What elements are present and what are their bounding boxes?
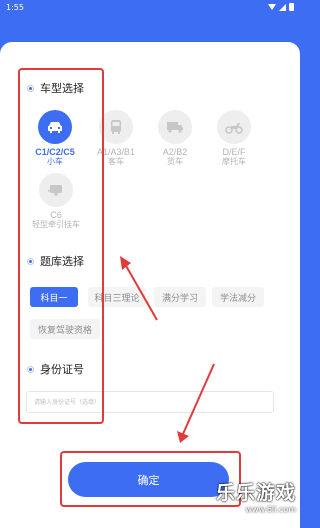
watermark-url: www.6ll.com: [245, 505, 296, 514]
car-type-option-motorcycle[interactable]: D/E/F 摩托车: [204, 110, 264, 167]
signal-icon: [279, 3, 286, 11]
status-time: 1:55: [6, 2, 24, 12]
car-type-name: 货车: [167, 157, 183, 166]
status-icons: [268, 3, 294, 11]
watermark: 乐乐游戏 www.6ll.com: [206, 478, 296, 528]
bank-option-law-study-reduction[interactable]: 学法减分: [212, 287, 264, 307]
car-type-code: A2/B2: [162, 147, 188, 157]
car-type-option-truck[interactable]: A2/B2 货车: [145, 110, 205, 167]
truck-icon: [158, 110, 192, 144]
battery-icon: [289, 3, 294, 11]
car-type-code: D/E/F: [222, 147, 246, 157]
bus-icon: [99, 110, 133, 144]
car-type-name: 摩托车: [222, 157, 246, 166]
annotation-highlight-frame: [18, 68, 104, 424]
wifi-icon: [268, 4, 276, 10]
bank-option-full-score-study[interactable]: 满分学习: [154, 287, 206, 307]
watermark-title: 乐乐游戏: [215, 482, 296, 504]
motorcycle-icon: [217, 110, 251, 144]
status-bar: 1:55: [0, 0, 300, 14]
confirm-button[interactable]: 确定: [68, 462, 229, 497]
